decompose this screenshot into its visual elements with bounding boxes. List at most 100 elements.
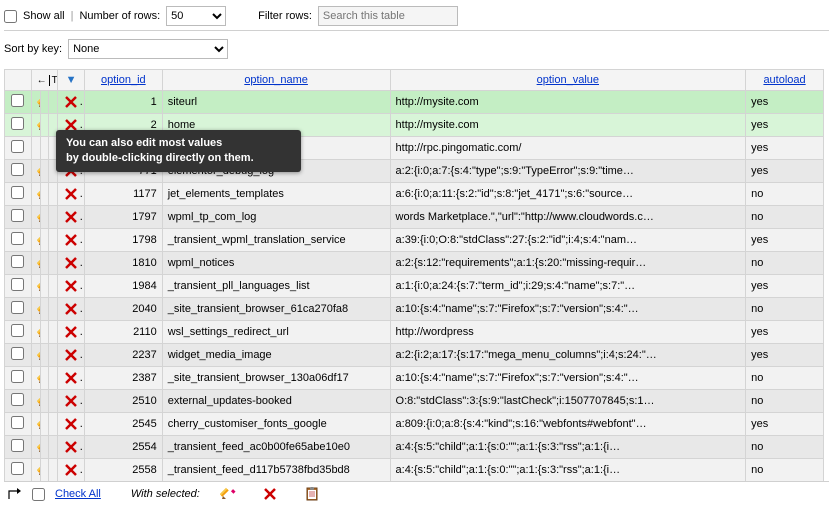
cell-option-name[interactable]: wpml_notices (162, 252, 390, 275)
table-row[interactable]: 1siteurlhttp://mysite.comyes (5, 91, 824, 114)
row-checkbox[interactable] (11, 94, 24, 107)
edit-icon[interactable] (37, 416, 40, 432)
delete-icon[interactable] (63, 186, 79, 202)
cell-autoload[interactable]: yes (746, 137, 824, 160)
delete-icon[interactable] (63, 347, 79, 363)
table-row[interactable]: 1798_transient_wpml_translation_servicea… (5, 229, 824, 252)
cell-option-id[interactable]: 2040 (84, 298, 162, 321)
table-row[interactable]: 1984_transient_pll_languages_lista:1:{i:… (5, 275, 824, 298)
cell-option-value[interactable]: a:4:{s:5:"child";a:1:{s:0:"";a:1:{s:3:"r… (390, 436, 746, 459)
edit-icon[interactable] (37, 209, 40, 225)
cell-autoload[interactable]: yes (746, 229, 824, 252)
row-checkbox[interactable] (11, 232, 24, 245)
cell-autoload[interactable]: yes (746, 321, 824, 344)
cell-autoload[interactable]: yes (746, 275, 824, 298)
cell-option-value[interactable]: a:4:{s:5:"child";a:1:{s:0:"";a:1:{s:3:"r… (390, 459, 746, 482)
column-anchor-icon[interactable]: T (49, 75, 58, 86)
bulk-export-icon[interactable] (304, 486, 320, 502)
row-checkbox[interactable] (11, 140, 24, 153)
delete-icon[interactable] (63, 209, 79, 225)
cell-option-name[interactable]: widget_media_image (162, 344, 390, 367)
table-row[interactable]: 2387_site_transient_browser_130a06df17a:… (5, 367, 824, 390)
cell-option-id[interactable]: 1797 (84, 206, 162, 229)
inline-edit-icon[interactable] (46, 186, 49, 202)
delete-icon[interactable] (63, 416, 79, 432)
filter-input[interactable] (318, 6, 458, 26)
edit-icon[interactable] (37, 186, 40, 202)
cell-option-value[interactable]: a:2:{i:0;a:7:{s:4:"type";s:9:"TypeError"… (390, 160, 746, 183)
cell-option-value[interactable]: O:8:"stdClass":3:{s:9:"lastCheck";i:1507… (390, 390, 746, 413)
cell-autoload[interactable]: no (746, 298, 824, 321)
cell-option-id[interactable]: 1 (84, 91, 162, 114)
table-row[interactable]: 2110wsl_settings_redirect_urlhttp://word… (5, 321, 824, 344)
cell-option-id[interactable]: 1984 (84, 275, 162, 298)
table-row[interactable]: 1177jet_elements_templatesa:6:{i:0;a:11:… (5, 183, 824, 206)
cell-option-value[interactable]: a:39:{i:0;O:8:"stdClass":27:{s:2:"id";i:… (390, 229, 746, 252)
cell-autoload[interactable]: no (746, 390, 824, 413)
edit-icon[interactable] (37, 117, 40, 133)
cell-autoload[interactable]: yes (746, 160, 824, 183)
delete-icon[interactable] (63, 301, 79, 317)
cell-option-value[interactable]: http://rpc.pingomatic.com/ (390, 137, 746, 160)
table-row[interactable]: 1797wpml_tp_com_logwords Marketplace.","… (5, 206, 824, 229)
cell-option-name[interactable]: wsl_settings_redirect_url (162, 321, 390, 344)
cell-option-value[interactable]: http://wordpress (390, 321, 746, 344)
cell-option-id[interactable]: 1177 (84, 183, 162, 206)
inline-edit-icon[interactable] (46, 439, 49, 455)
delete-icon[interactable] (63, 393, 79, 409)
table-row[interactable]: 2510external_updates-bookedO:8:"stdClass… (5, 390, 824, 413)
row-checkbox[interactable] (11, 186, 24, 199)
cell-autoload[interactable]: no (746, 183, 824, 206)
row-checkbox[interactable] (11, 462, 24, 475)
row-checkbox[interactable] (11, 255, 24, 268)
cell-option-name[interactable]: _transient_feed_d117b5738fbd35bd8 (162, 459, 390, 482)
cell-autoload[interactable]: no (746, 206, 824, 229)
cell-autoload[interactable]: yes (746, 413, 824, 436)
edit-icon[interactable] (37, 232, 40, 248)
cell-option-id[interactable]: 2110 (84, 321, 162, 344)
inline-edit-icon[interactable] (46, 94, 49, 110)
cell-autoload[interactable]: no (746, 436, 824, 459)
edit-icon[interactable] (37, 439, 40, 455)
cell-option-id[interactable]: 2237 (84, 344, 162, 367)
row-checkbox[interactable] (11, 370, 24, 383)
cell-option-name[interactable]: jet_elements_templates (162, 183, 390, 206)
num-rows-select[interactable]: 50 (166, 6, 226, 26)
table-row[interactable]: 2554_transient_feed_ac0b00fe65abe10e0a:4… (5, 436, 824, 459)
show-all-checkbox[interactable] (4, 10, 17, 23)
inline-edit-icon[interactable] (46, 324, 49, 340)
cell-option-id[interactable]: 2558 (84, 459, 162, 482)
delete-icon[interactable] (63, 462, 79, 478)
cell-option-name[interactable]: external_updates-booked (162, 390, 390, 413)
cell-option-name[interactable]: wpml_tp_com_log (162, 206, 390, 229)
check-all-label[interactable]: Check All (55, 488, 101, 500)
edit-icon[interactable] (37, 163, 40, 179)
edit-icon[interactable] (37, 94, 40, 110)
row-checkbox[interactable] (11, 324, 24, 337)
header-sort-col[interactable]: ▼ (58, 70, 85, 91)
delete-icon[interactable] (63, 232, 79, 248)
cell-option-value[interactable]: a:2:{i:2;a:17:{s:17:"mega_menu_columns";… (390, 344, 746, 367)
cell-option-value[interactable]: a:10:{s:4:"name";s:7:"Firefox";s:7:"vers… (390, 298, 746, 321)
cell-option-id[interactable]: 2545 (84, 413, 162, 436)
delete-icon[interactable] (63, 278, 79, 294)
row-checkbox[interactable] (11, 347, 24, 360)
cell-autoload[interactable]: yes (746, 114, 824, 137)
cell-autoload[interactable]: no (746, 367, 824, 390)
cell-autoload[interactable]: no (746, 252, 824, 275)
inline-edit-icon[interactable] (46, 462, 49, 478)
table-row[interactable]: 2040_site_transient_browser_61ca270fa8a:… (5, 298, 824, 321)
sort-select[interactable]: None (68, 39, 228, 59)
expand-left-icon[interactable]: ← (37, 75, 47, 86)
edit-icon[interactable] (37, 255, 40, 271)
row-checkbox[interactable] (11, 416, 24, 429)
delete-icon[interactable] (63, 324, 79, 340)
edit-icon[interactable] (37, 278, 40, 294)
delete-icon[interactable] (63, 370, 79, 386)
cell-option-id[interactable]: 2510 (84, 390, 162, 413)
inline-edit-icon[interactable] (46, 278, 49, 294)
edit-icon[interactable] (37, 462, 40, 478)
table-row[interactable]: 1810wpml_noticesa:2:{s:12:"requirements"… (5, 252, 824, 275)
cell-option-value[interactable]: words Marketplace.","url":"http://www.cl… (390, 206, 746, 229)
row-checkbox[interactable] (11, 278, 24, 291)
